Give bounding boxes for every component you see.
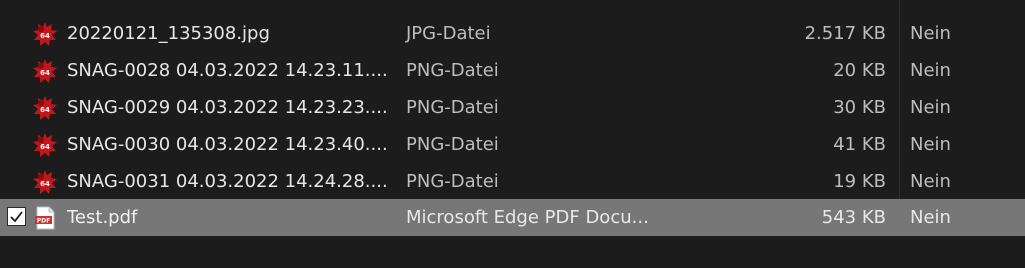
- file-flag: Nein: [910, 207, 951, 228]
- file-type: JPG-Datei: [406, 23, 491, 44]
- image-file-icon: 64: [32, 21, 58, 47]
- file-name: SNAG-0031 04.03.2022 14.24.28....: [67, 171, 387, 192]
- file-row[interactable]: 64 SNAG-0029 04.03.2022 14.23.23.... PNG…: [0, 89, 1025, 126]
- image-file-icon: 64: [32, 169, 58, 195]
- image-file-icon: 64: [32, 58, 58, 84]
- file-size: 41 KB: [833, 134, 886, 155]
- file-name: SNAG-0028 04.03.2022 14.23.11....: [67, 60, 387, 81]
- file-flag: Nein: [910, 23, 951, 44]
- pdf-file-icon: PDF: [32, 205, 58, 231]
- file-flag: Nein: [910, 171, 951, 192]
- file-size: 2.517 KB: [804, 23, 886, 44]
- image-file-icon: 64: [32, 132, 58, 158]
- svg-text:64: 64: [40, 143, 50, 151]
- file-row[interactable]: 64 SNAG-0028 04.03.2022 14.23.11.... PNG…: [0, 52, 1025, 89]
- svg-text:PDF: PDF: [37, 218, 50, 225]
- file-size: 19 KB: [833, 171, 886, 192]
- file-size: 30 KB: [833, 97, 886, 118]
- file-type: PNG-Datei: [406, 60, 499, 81]
- file-list: 64 20220121_135308.jpg JPG-Datei 2.517 K…: [0, 0, 1025, 268]
- image-file-icon: 64: [32, 95, 58, 121]
- file-type: PNG-Datei: [406, 171, 499, 192]
- file-row[interactable]: 64 20220121_135308.jpg JPG-Datei 2.517 K…: [0, 15, 1025, 52]
- file-size: 543 KB: [821, 207, 886, 228]
- svg-text:64: 64: [40, 32, 50, 40]
- file-type: PNG-Datei: [406, 134, 499, 155]
- row-checkbox[interactable]: [7, 207, 26, 226]
- file-row-selected[interactable]: PDF Test.pdf Microsoft Edge PDF Docu... …: [0, 199, 1025, 236]
- file-name: Test.pdf: [67, 207, 138, 228]
- file-flag: Nein: [910, 97, 951, 118]
- file-name: 20220121_135308.jpg: [67, 23, 270, 44]
- svg-text:64: 64: [40, 180, 50, 188]
- file-row[interactable]: 64 SNAG-0030 04.03.2022 14.23.40.... PNG…: [0, 126, 1025, 163]
- checkmark-icon: [10, 211, 23, 223]
- svg-text:64: 64: [40, 106, 50, 114]
- file-type: PNG-Datei: [406, 97, 499, 118]
- file-type: Microsoft Edge PDF Docu...: [406, 207, 649, 228]
- file-size: 20 KB: [833, 60, 886, 81]
- file-flag: Nein: [910, 134, 951, 155]
- file-name: SNAG-0029 04.03.2022 14.23.23....: [67, 97, 387, 118]
- file-flag: Nein: [910, 60, 951, 81]
- file-name: SNAG-0030 04.03.2022 14.23.40....: [67, 134, 387, 155]
- file-row[interactable]: 64 SNAG-0031 04.03.2022 14.24.28.... PNG…: [0, 163, 1025, 200]
- svg-text:64: 64: [40, 69, 50, 77]
